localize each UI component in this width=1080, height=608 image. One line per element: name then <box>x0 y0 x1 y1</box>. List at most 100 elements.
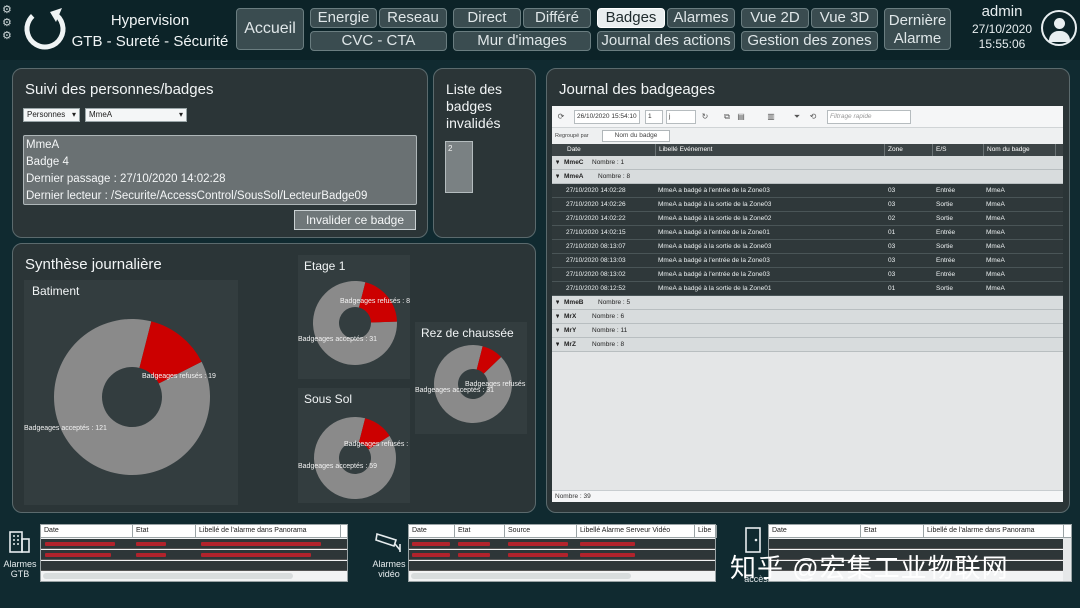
group-row[interactable]: ▾ MrY Nombre : 11 <box>552 324 1063 338</box>
table-row[interactable]: 27/10/2020 14:02:26 MmeA a badgé à la sor… <box>552 198 1063 212</box>
nav-last-alarm-line2: Alarme <box>893 30 942 47</box>
table-row[interactable]: 27/10/2020 08:12:52 MmeA a badgé à la sor… <box>552 282 1063 296</box>
camera-icon[interactable] <box>374 528 404 554</box>
pie-label-refused: Badgeages refusés : <box>344 441 408 448</box>
nav-deferred[interactable]: Différé <box>523 8 591 28</box>
alarm-row[interactable] <box>409 539 715 549</box>
group-row[interactable]: ▾ MrZ Nombre : 8 <box>552 338 1063 352</box>
nav-action-log[interactable]: Journal des actions <box>597 31 735 51</box>
nav-zone-mgmt[interactable]: Gestion des zones <box>741 31 878 51</box>
col-label-more[interactable]: Libe <box>695 525 717 538</box>
table-cell: 03 <box>888 201 896 208</box>
refresh-icon[interactable]: ⟳ <box>556 112 566 122</box>
alarms-gtb-grid[interactable]: Date Etat Libellé de l'alarme dans Panor… <box>40 524 348 582</box>
gear-icon[interactable]: ⚙ <box>2 4 18 17</box>
col-state[interactable]: Etat <box>133 525 196 538</box>
table-row[interactable]: 27/10/2020 14:02:15 MmeA a badgé à l'entr… <box>552 226 1063 240</box>
table-cell: 27/10/2020 08:13:07 <box>566 243 626 250</box>
col-badge-name[interactable]: Nom du badge <box>984 144 1056 156</box>
alarm-row[interactable] <box>41 539 347 549</box>
table-row[interactable]: 27/10/2020 08:13:03 MmeA a badgé à l'entr… <box>552 254 1063 268</box>
grid-footer: Nombre : 39 <box>552 490 1063 502</box>
gear-icon[interactable]: ⚙ <box>2 30 18 43</box>
user-date: 27/10/2020 <box>971 22 1033 36</box>
col-label[interactable]: Libellé Evénement <box>656 144 885 156</box>
group-label: MmeA <box>564 173 584 180</box>
label-line: vidéo <box>378 569 400 579</box>
group-count: Nombre : 8 <box>592 341 625 348</box>
group-label: MmeB <box>564 299 584 306</box>
nav-direct[interactable]: Direct <box>453 8 521 28</box>
col-date[interactable]: Date <box>409 525 455 538</box>
col-zone[interactable]: Zone <box>885 144 933 156</box>
group-label: MmeC <box>564 159 584 166</box>
table-row[interactable]: 27/10/2020 14:02:28 MmeA a badgé à l'entr… <box>552 184 1063 198</box>
invalidate-badge-button[interactable]: Invalider ce badge <box>294 210 416 230</box>
building-icon[interactable] <box>6 528 32 554</box>
copy-icon[interactable]: ⧉ <box>722 112 732 122</box>
group-count: Nombre : 5 <box>598 299 631 306</box>
alarms-video-zone: Alarmes vidéo Date Etat Source Libellé A… <box>368 518 723 608</box>
info-last-reader: Dernier lecteur : /Securite/AccessContro… <box>26 190 368 202</box>
horizontal-scrollbar[interactable] <box>43 573 293 579</box>
col-state[interactable]: Etat <box>861 525 924 538</box>
count-input[interactable]: 1 <box>645 110 663 124</box>
table-cell: MmeA a badgé à la sortie de la Zone03 <box>658 243 772 250</box>
col-source[interactable]: Source <box>505 525 577 538</box>
col-label[interactable]: Libellé de l'alarme dans Panorama <box>924 525 1064 538</box>
col-date[interactable]: Date <box>769 525 861 538</box>
alarm-row[interactable] <box>41 550 347 560</box>
unit-select[interactable]: j <box>666 110 696 124</box>
nav-last-alarm[interactable]: Dernière Alarme <box>884 8 951 50</box>
group-row[interactable]: ▾ MmeB Nombre : 5 <box>552 296 1063 310</box>
col-state[interactable]: Etat <box>455 525 505 538</box>
nav-alarms[interactable]: Alarmes <box>667 8 735 28</box>
horizontal-scrollbar[interactable] <box>411 573 631 579</box>
group-chip[interactable]: Nom du badge <box>602 130 670 142</box>
alarm-row[interactable] <box>409 561 715 571</box>
col-date[interactable]: Date <box>564 144 656 156</box>
table-row[interactable]: 27/10/2020 08:13:07 MmeA a badgé à la sor… <box>552 240 1063 254</box>
nav-home[interactable]: Accueil <box>236 8 304 50</box>
col-label[interactable]: Libellé Alarme Serveur Vidéo <box>577 525 695 538</box>
nav-energy[interactable]: Energie <box>310 8 377 28</box>
user-time: 15:55:06 <box>978 37 1026 51</box>
group-row[interactable]: ▾ MmeA Nombre : 8 <box>552 170 1063 184</box>
alarm-row[interactable] <box>409 550 715 560</box>
alarms-video-label: Alarmes vidéo <box>368 559 410 579</box>
list-item[interactable]: 2 <box>448 144 470 153</box>
nav-hvac[interactable]: CVC - CTA <box>310 31 447 51</box>
nav-badges[interactable]: Badges <box>597 8 665 28</box>
nav-image-wall[interactable]: Mur d'images <box>453 31 591 51</box>
invalid-badges-list[interactable]: 2 <box>445 141 473 193</box>
nav-view3d[interactable]: Vue 3D <box>811 8 878 28</box>
reset-icon[interactable]: ⟲ <box>808 112 818 122</box>
type-select[interactable]: Personnes ▾ <box>23 108 80 122</box>
filter-icon[interactable]: ⏷ <box>792 112 802 122</box>
alarms-video-grid[interactable]: Date Etat Source Libellé Alarme Serveur … <box>408 524 717 582</box>
tracking-panel: Suivi des personnes/badges Personnes ▾ Mm… <box>12 68 428 238</box>
nav-network[interactable]: Reseau <box>379 8 447 28</box>
alarm-row[interactable] <box>41 561 347 571</box>
gear-icon[interactable]: ⚙ <box>2 17 18 30</box>
col-label[interactable]: Libellé de l'alarme dans Panorama <box>196 525 341 538</box>
group-row[interactable]: ▾ MmeC Nombre : 1 <box>552 156 1063 170</box>
quick-filter-input[interactable]: Filtrage rapide <box>827 110 911 124</box>
nav-view2d[interactable]: Vue 2D <box>741 8 809 28</box>
group-row[interactable]: ▾ MrX Nombre : 6 <box>552 310 1063 324</box>
user-avatar-icon[interactable] <box>1041 10 1077 46</box>
col-date[interactable]: Date <box>41 525 133 538</box>
table-row[interactable]: 27/10/2020 14:02:22 MmeA a badgé à la sor… <box>552 212 1063 226</box>
pie-label-accepted: Badgeages acceptés : 121 <box>24 425 107 432</box>
table-cell: 27/10/2020 14:02:26 <box>566 201 626 208</box>
alarms-gtb-zone: Alarmes GTB Date Etat Libellé de l'alarm… <box>0 518 355 608</box>
table-cell: Entrée <box>936 257 956 264</box>
columns-icon[interactable]: ▥ <box>766 112 776 122</box>
reload-icon[interactable]: ↻ <box>700 112 710 122</box>
vertical-scrollbar[interactable] <box>1063 538 1071 581</box>
date-input[interactable]: 26/10/2020 15:54:10 <box>574 110 640 124</box>
person-select[interactable]: MmeA ▾ <box>85 108 187 122</box>
export-icon[interactable]: ▤ <box>736 112 746 122</box>
col-io[interactable]: E/S <box>933 144 984 156</box>
table-row[interactable]: 27/10/2020 08:13:02 MmeA a badgé à l'entr… <box>552 268 1063 282</box>
